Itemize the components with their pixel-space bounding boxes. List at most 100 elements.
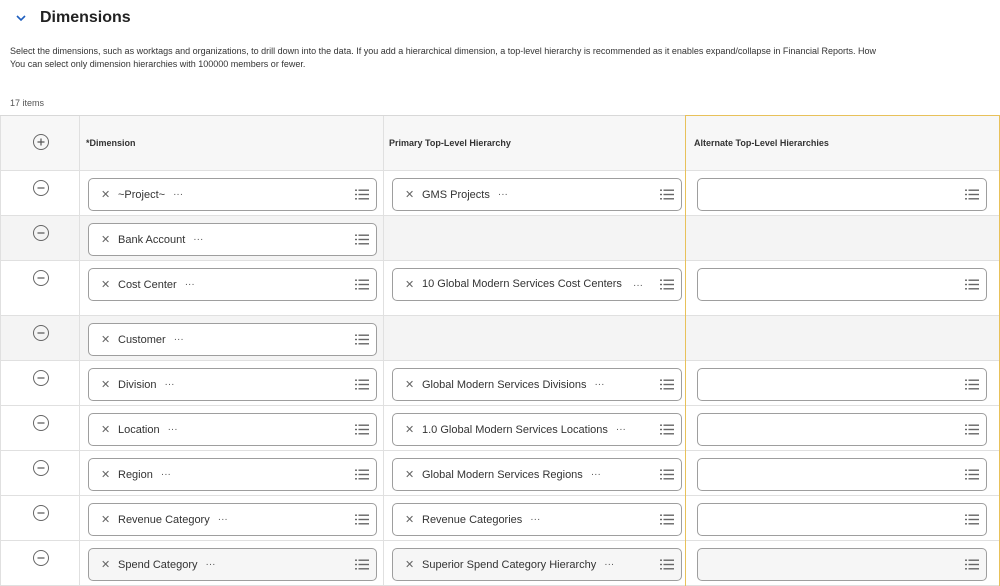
alternate-hierarchy-field[interactable] [697, 178, 987, 211]
close-icon[interactable]: ✕ [101, 378, 110, 391]
list-icon[interactable] [355, 379, 369, 390]
selected-value[interactable]: Region ··· [118, 469, 171, 481]
minus-circle-icon[interactable] [33, 270, 49, 286]
selected-value[interactable]: Location ··· [118, 424, 178, 436]
close-icon[interactable]: ✕ [101, 233, 110, 246]
close-icon[interactable]: ✕ [101, 278, 110, 291]
list-icon[interactable] [355, 279, 369, 290]
selected-value[interactable]: Cost Center ··· [118, 279, 195, 291]
more-dots-icon[interactable]: ··· [498, 189, 508, 200]
selected-value[interactable]: Global Modern Services Regions ··· [422, 469, 601, 481]
selected-value[interactable]: Revenue Categories ··· [422, 514, 540, 526]
alternate-hierarchy-field[interactable] [697, 503, 987, 536]
minus-circle-icon[interactable] [33, 325, 49, 341]
minus-circle-icon[interactable] [33, 460, 49, 476]
prompt-field[interactable]: ✕ Bank Account ··· [88, 223, 377, 256]
list-icon[interactable] [965, 379, 979, 390]
close-icon[interactable]: ✕ [405, 468, 414, 481]
more-dots-icon[interactable]: ··· [161, 469, 171, 480]
plus-circle-icon[interactable] [33, 134, 49, 150]
more-dots-icon[interactable]: ··· [174, 334, 184, 345]
list-icon[interactable] [965, 559, 979, 570]
list-icon[interactable] [660, 189, 674, 200]
alternate-hierarchy-field[interactable] [697, 548, 987, 581]
alternate-hierarchy-field[interactable] [697, 413, 987, 446]
more-dots-icon[interactable]: ··· [168, 424, 178, 435]
close-icon[interactable]: ✕ [101, 188, 110, 201]
selected-value[interactable]: GMS Projects ··· [422, 189, 508, 201]
list-icon[interactable] [355, 424, 369, 435]
prompt-field[interactable]: ✕ Superior Spend Category Hierarchy ··· [392, 548, 682, 581]
close-icon[interactable]: ✕ [101, 423, 110, 436]
selected-value[interactable]: 1.0 Global Modern Services Locations ··· [422, 424, 626, 436]
alternate-hierarchy-field[interactable] [697, 368, 987, 401]
selected-value[interactable]: Spend Category ··· [118, 559, 216, 571]
selected-value[interactable]: Bank Account ··· [118, 234, 203, 246]
minus-circle-icon[interactable] [33, 225, 49, 241]
selected-value[interactable]: Revenue Category ··· [118, 514, 228, 526]
close-icon[interactable]: ✕ [101, 513, 110, 526]
list-icon[interactable] [660, 559, 674, 570]
more-dots-icon[interactable]: ··· [604, 559, 614, 570]
prompt-field[interactable]: ✕ Revenue Categories ··· [392, 503, 682, 536]
close-icon[interactable]: ✕ [405, 558, 414, 571]
prompt-field[interactable]: ✕ ~Project~ ··· [88, 178, 377, 211]
list-icon[interactable] [965, 279, 979, 290]
close-icon[interactable]: ✕ [405, 378, 414, 391]
minus-circle-icon[interactable] [33, 550, 49, 566]
prompt-field[interactable]: ✕ Region ··· [88, 458, 377, 491]
more-dots-icon[interactable]: ··· [530, 514, 540, 525]
more-dots-icon[interactable]: ··· [185, 279, 195, 290]
list-icon[interactable] [355, 469, 369, 480]
more-dots-icon[interactable]: ··· [218, 514, 228, 525]
minus-circle-icon[interactable] [33, 505, 49, 521]
minus-circle-icon[interactable] [33, 180, 49, 196]
prompt-field[interactable]: ✕ Revenue Category ··· [88, 503, 377, 536]
selected-value[interactable]: ~Project~ ··· [118, 189, 183, 201]
list-icon[interactable] [965, 514, 979, 525]
close-icon[interactable]: ✕ [405, 513, 414, 526]
close-icon[interactable]: ✕ [405, 188, 414, 201]
minus-circle-icon[interactable] [33, 370, 49, 386]
selected-value[interactable]: Customer ··· [118, 334, 184, 346]
prompt-field[interactable]: ✕ Location ··· [88, 413, 377, 446]
list-icon[interactable] [660, 514, 674, 525]
list-icon[interactable] [965, 424, 979, 435]
list-icon[interactable] [965, 469, 979, 480]
close-icon[interactable]: ✕ [101, 558, 110, 571]
list-icon[interactable] [660, 279, 674, 290]
list-icon[interactable] [355, 189, 369, 200]
close-icon[interactable]: ✕ [101, 468, 110, 481]
close-icon[interactable]: ✕ [101, 333, 110, 346]
list-icon[interactable] [660, 424, 674, 435]
close-icon[interactable]: ✕ [405, 278, 414, 291]
prompt-field[interactable]: ✕ Global Modern Services Divisions ··· [392, 368, 682, 401]
chevron-down-icon[interactable] [14, 11, 28, 25]
list-icon[interactable] [355, 334, 369, 345]
more-dots-icon[interactable]: ··· [591, 469, 601, 480]
prompt-field[interactable]: ✕ Division ··· [88, 368, 377, 401]
selected-value[interactable]: Global Modern Services Divisions ··· [422, 379, 604, 391]
more-dots-icon[interactable]: ··· [633, 280, 643, 291]
prompt-field[interactable]: ✕ Customer ··· [88, 323, 377, 356]
more-dots-icon[interactable]: ··· [165, 379, 175, 390]
selected-value[interactable]: Superior Spend Category Hierarchy ··· [422, 559, 614, 571]
more-dots-icon[interactable]: ··· [206, 559, 216, 570]
list-icon[interactable] [355, 234, 369, 245]
more-dots-icon[interactable]: ··· [594, 379, 604, 390]
more-dots-icon[interactable]: ··· [193, 234, 203, 245]
prompt-field[interactable]: ✕ 10 Global Modern Services Cost Centers ·… [392, 268, 682, 301]
list-icon[interactable] [355, 514, 369, 525]
list-icon[interactable] [660, 469, 674, 480]
prompt-field[interactable]: ✕ 1.0 Global Modern Services Locations ··· [392, 413, 682, 446]
selected-value[interactable]: Division ··· [118, 379, 175, 391]
prompt-field[interactable]: ✕ GMS Projects ··· [392, 178, 682, 211]
close-icon[interactable]: ✕ [405, 423, 414, 436]
prompt-field[interactable]: ✕ Spend Category ··· [88, 548, 377, 581]
list-icon[interactable] [965, 189, 979, 200]
more-dots-icon[interactable]: ··· [616, 424, 626, 435]
alternate-hierarchy-field[interactable] [697, 458, 987, 491]
list-icon[interactable] [660, 379, 674, 390]
list-icon[interactable] [355, 559, 369, 570]
selected-value[interactable]: 10 Global Modern Services Cost Centers [422, 277, 622, 292]
